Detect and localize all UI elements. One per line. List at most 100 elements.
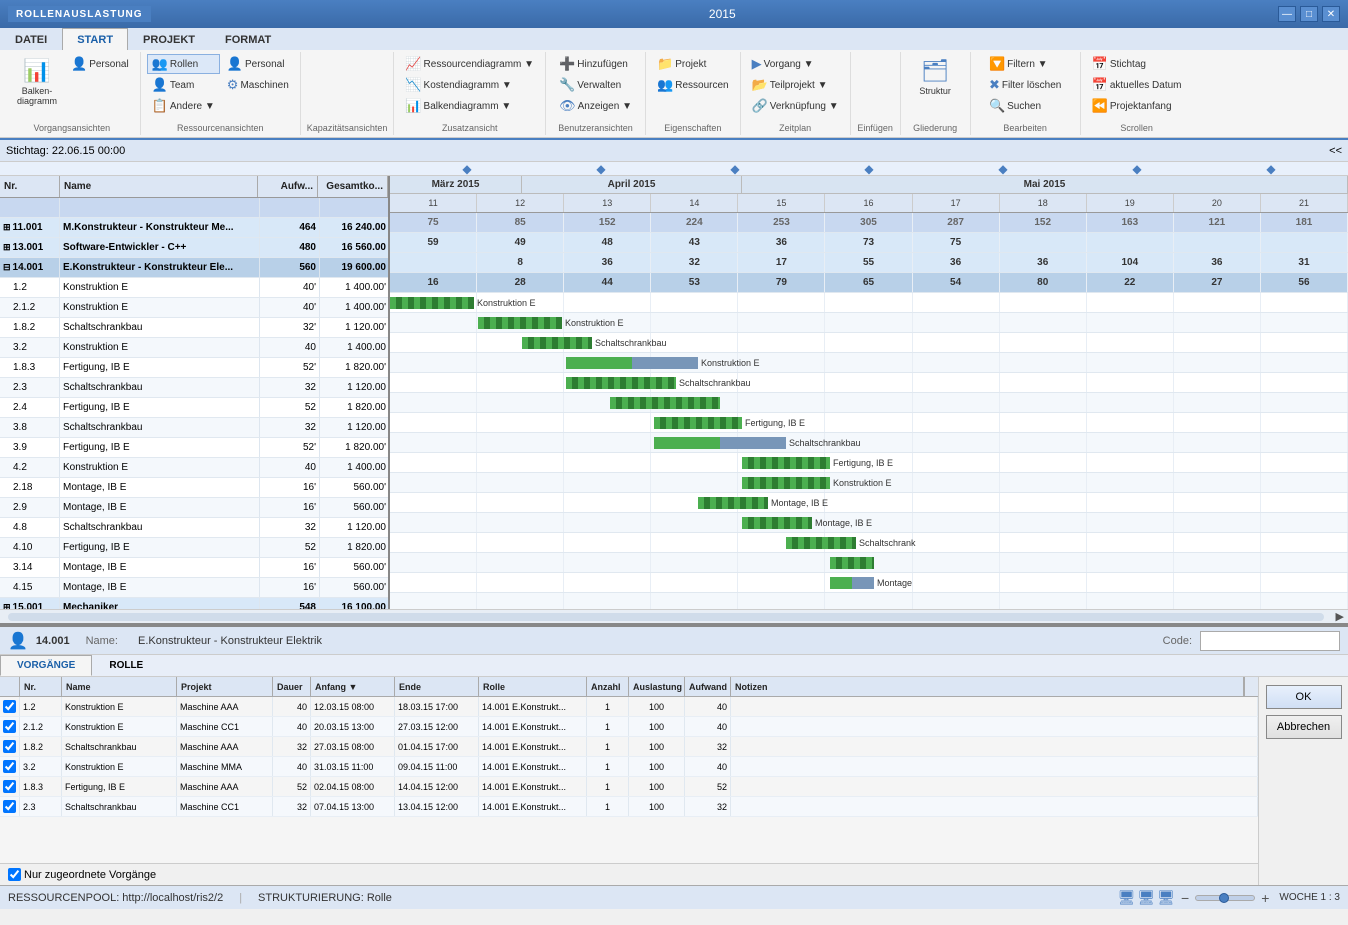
col-nr: Nr.	[0, 176, 60, 197]
tab-projekt[interactable]: PROJEKT	[128, 28, 210, 50]
btn-rollen-label: Rollen	[170, 59, 198, 70]
btn-kostendiagramm-label: Kostendiagramm ▼	[424, 80, 512, 91]
detail-col-projekt: Projekt	[177, 677, 273, 696]
detail-code-input[interactable]	[1200, 631, 1340, 651]
btn-filter-loeschen[interactable]: ✖ Filter löschen	[984, 75, 1066, 95]
maximize-button[interactable]: □	[1300, 6, 1318, 22]
btn-ressourcendiagramm[interactable]: 📈 Ressourcendiagramm ▼	[400, 54, 539, 74]
tab-datei[interactable]: DATEI	[0, 28, 62, 50]
table-row: ⊞11.001 M.Konstrukteur - Konstrukteur Me…	[0, 218, 388, 238]
btn-balkendiagramm[interactable]: 📊 Balken-diagramm	[10, 54, 64, 110]
btn-hinzufuegen-label: Hinzufügen	[577, 59, 628, 70]
nav-left[interactable]: <<	[1329, 145, 1342, 157]
btn-vorgang[interactable]: ▶ Vorgang ▼	[747, 54, 844, 74]
zeitplan-col: ▶ Vorgang ▼ 📂 Teilprojekt ▼ 🔗 Verknüpfun…	[747, 54, 844, 116]
gantt-header: März 2015 April 2015 Mai 2015 1112131415…	[390, 176, 1348, 213]
zoom-plus[interactable]: +	[1259, 890, 1271, 906]
table-row: 4.2 Konstruktion E 40 1 400.00	[0, 458, 388, 478]
zeitplan-label: Zeitplan	[779, 121, 811, 133]
table-row	[0, 198, 388, 218]
expand-icon[interactable]: ⊞	[3, 222, 11, 233]
btn-suchen-label: Suchen	[1007, 101, 1041, 112]
ressourcendiagramm-icon: 📈	[405, 56, 421, 72]
month-row: März 2015 April 2015 Mai 2015	[390, 176, 1348, 194]
btn-ressourcen[interactable]: 👥 Ressourcen	[652, 75, 734, 95]
gantt-group-cell: 36	[1174, 253, 1261, 272]
only-assigned-checkbox[interactable]	[8, 868, 21, 881]
btn-filtern[interactable]: 🔽 Filtern ▼	[984, 54, 1066, 74]
gantt-group-cell: 54	[913, 273, 1000, 292]
close-button[interactable]: ✕	[1322, 6, 1340, 22]
table-row: 4.15 Montage, IB E 16' 560.00'	[0, 578, 388, 598]
scroll-right-arrow[interactable]: ▶	[1332, 610, 1348, 623]
expand-icon[interactable]: ⊞	[3, 602, 11, 609]
expand-icon[interactable]: ⊞	[3, 242, 11, 253]
app-title: 2015	[167, 7, 1278, 21]
btn-hinzufuegen[interactable]: ➕ Hinzufügen	[554, 54, 637, 74]
btn-andere[interactable]: 📋 Andere ▼	[147, 96, 220, 116]
cancel-button[interactable]: Abbrechen	[1266, 715, 1342, 739]
btn-verwalten[interactable]: 🔧 Verwalten	[554, 75, 637, 95]
tab-start[interactable]: START	[62, 28, 128, 50]
btn-projekt[interactable]: 📁 Projekt	[652, 54, 734, 74]
zoom-woche: WOCHE 1 : 3	[1279, 892, 1340, 903]
gantt-group-cell: 16	[390, 273, 477, 292]
tab-format[interactable]: FORMAT	[210, 28, 286, 50]
bearbeiten-label: Bearbeiten	[1003, 121, 1047, 133]
btn-personal-label: Personal	[89, 59, 128, 70]
btn-stichtag[interactable]: 📅 Stichtag	[1087, 54, 1187, 74]
btn-verknuepfung[interactable]: 🔗 Verknüpfung ▼	[747, 96, 844, 116]
table-row: 2.1.2 Konstruktion E 40' 1 400.00'	[0, 298, 388, 318]
btn-suchen[interactable]: 🔍 Suchen	[984, 96, 1066, 116]
row-checkbox[interactable]	[3, 760, 16, 773]
gantt-bar-green	[610, 397, 720, 409]
row-checkbox[interactable]	[3, 700, 16, 713]
btn-struktur[interactable]: 🗂 Struktur	[911, 54, 959, 100]
gantt-bar-green	[566, 377, 676, 389]
btn-kostendiagramm[interactable]: 📉 Kostendiagramm ▼	[400, 75, 539, 95]
btn-verknuepfung-label: Verknüpfung ▼	[770, 101, 839, 112]
row-checkbox[interactable]	[3, 720, 16, 733]
btn-maschinen[interactable]: ⚙ Maschinen	[222, 75, 294, 95]
gantt-bar-label: Schaltschrank	[859, 538, 916, 548]
gantt-value-cell: 253	[738, 213, 825, 232]
btn-aktuelles-datum[interactable]: 📅 aktuelles Datum	[1087, 75, 1187, 95]
row-checkbox[interactable]	[3, 780, 16, 793]
btn-personal[interactable]: 👤 Personal	[66, 54, 134, 74]
btn-team[interactable]: 👤 Team	[147, 75, 220, 95]
gantt-bar-mixed	[654, 437, 786, 449]
gantt-value-cell: 85	[477, 213, 564, 232]
gantt-rows: 7585152224253305287152163121181594948433…	[390, 213, 1348, 609]
tab-rolle[interactable]: ROLLE	[92, 655, 160, 676]
ribbon-group-bearbeiten: 🔽 Filtern ▼ ✖ Filter löschen 🔍 Suchen Be…	[971, 52, 1081, 135]
detail-content: Nr. Name Projekt Dauer Anfang ▼ Ende Rol…	[0, 677, 1348, 885]
detail-header: 👤 14.001 Name: E.Konstrukteur - Konstruk…	[0, 627, 1348, 655]
gantt-scroll[interactable]: ▶	[0, 609, 1348, 623]
expand-icon[interactable]: ⊟	[3, 262, 11, 273]
btn-stichtag-label: Stichtag	[1110, 59, 1146, 70]
gantt-row: Konstruktion E	[390, 353, 1348, 373]
gantt-group-cell: 80	[1000, 273, 1087, 292]
btn-projektanfang[interactable]: ⏪ Projektanfang	[1087, 96, 1187, 116]
page-icon3[interactable]: 🖥	[1157, 889, 1175, 906]
page-icon2[interactable]: 🖥	[1137, 889, 1155, 906]
ok-button[interactable]: OK	[1266, 685, 1342, 709]
zoom-minus[interactable]: −	[1179, 890, 1191, 906]
btn-personal2[interactable]: 👤 Personal	[222, 54, 294, 74]
detail-col-auslastung: Auslastung	[629, 677, 685, 696]
btn-rollen[interactable]: 👥 Rollen	[147, 54, 220, 74]
tab-vorgaenge[interactable]: VORGÄNGE	[0, 655, 92, 676]
page-icon1[interactable]: 🖥	[1118, 889, 1136, 906]
row-checkbox[interactable]	[3, 800, 16, 813]
row-checkbox[interactable]	[3, 740, 16, 753]
gantt-row: 83632175536361043631	[390, 253, 1348, 273]
day-cell: 19	[1087, 194, 1174, 212]
zoom-slider[interactable]	[1195, 895, 1255, 901]
table-row: 1.2 Konstruktion E 40' 1 400.00'	[0, 278, 388, 298]
btn-balkendiagramm2[interactable]: 📊 Balkendiagramm ▼	[400, 96, 539, 116]
minimize-button[interactable]: —	[1278, 6, 1296, 22]
btn-teilprojekt[interactable]: 📂 Teilprojekt ▼	[747, 75, 844, 95]
gantt-bar-label: Montage, IB E	[815, 518, 872, 528]
benutzeransichten-label: Benutzeransichten	[558, 121, 633, 133]
btn-anzeigen[interactable]: 👁 Anzeigen ▼	[554, 96, 637, 116]
